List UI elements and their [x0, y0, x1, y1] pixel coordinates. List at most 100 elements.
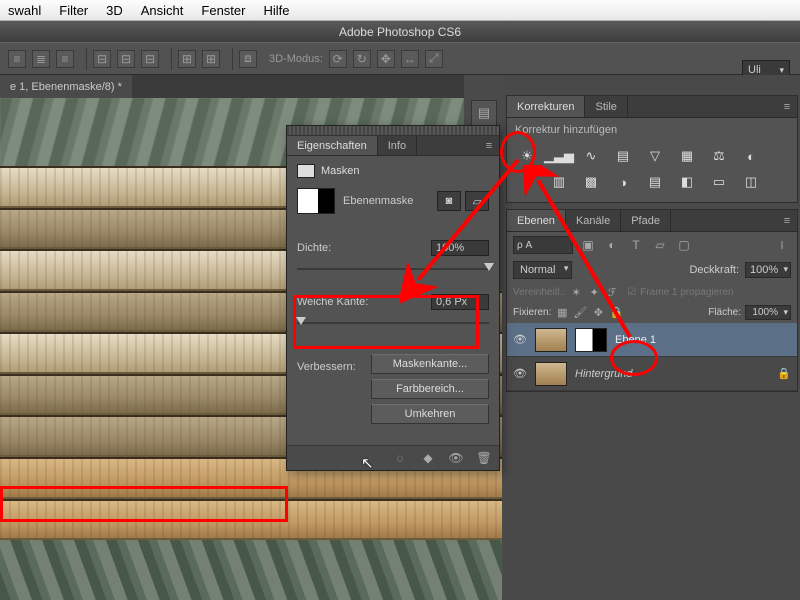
mac-menubar[interactable]: swahl Filter 3D Ansicht Fenster Hilfe — [0, 0, 800, 21]
bw-icon[interactable]: ◐ — [739, 146, 763, 166]
lookup-icon[interactable]: ▩ — [579, 172, 603, 192]
tab-info[interactable]: Info — [378, 136, 417, 155]
disable-mask-icon[interactable]: 👁 — [447, 450, 465, 466]
load-selection-icon[interactable]: ◌ — [391, 450, 409, 466]
unify-icon[interactable]: ✶ — [569, 285, 583, 299]
mixer-icon[interactable]: ▥ — [547, 172, 571, 192]
panel-menu-icon[interactable]: ≡ — [777, 96, 797, 117]
layer-row[interactable]: 👁 Hintergrund 🔒 — [507, 357, 797, 391]
visibility-icon[interactable]: 👁 — [513, 367, 527, 380]
weiche-kante-slider[interactable] — [297, 316, 489, 330]
vector-mask-button[interactable]: ▱ — [465, 191, 489, 211]
filter-toggle-icon[interactable]: ⏽ — [773, 237, 791, 253]
lock-icon: 🔒 — [777, 367, 791, 380]
umkehren-button[interactable]: Umkehren — [371, 404, 489, 424]
posterize-icon[interactable]: ▤ — [643, 172, 667, 192]
lock-all-icon[interactable]: 🔒 — [609, 306, 623, 320]
filter-shape-icon[interactable]: ▱ — [651, 237, 669, 253]
hue-icon[interactable]: ▦ — [675, 146, 699, 166]
filter-text-icon[interactable]: T — [627, 237, 645, 253]
filter-image-icon[interactable]: ▣ — [579, 237, 597, 253]
exposure-icon[interactable]: ▤ — [611, 146, 635, 166]
filter-adjustment-icon[interactable]: ◐ — [603, 237, 621, 253]
dichte-value[interactable]: 100% — [431, 240, 489, 256]
deckkraft-value[interactable]: 100% — [745, 262, 791, 278]
menu-item[interactable]: Hilfe — [263, 3, 289, 18]
scale-icon[interactable]: ⤢ — [425, 50, 443, 68]
gradient-icon[interactable]: ▭ — [707, 172, 731, 192]
flaeche-label: Fläche: — [708, 307, 741, 318]
3d-icon[interactable]: ⧈ — [239, 50, 257, 68]
menu-item[interactable]: Filter — [59, 3, 88, 18]
layer-filter[interactable]: ρ A — [513, 236, 573, 254]
mask-type-label: Ebenenmaske — [343, 195, 433, 207]
mask-thumbnail[interactable] — [297, 188, 335, 214]
visibility-icon[interactable]: 👁 — [513, 333, 527, 346]
tab-eigenschaften[interactable]: Eigenschaften — [287, 136, 378, 155]
distribute-icon[interactable]: ⊟ — [141, 50, 159, 68]
pan-icon[interactable]: ✥ — [377, 50, 395, 68]
tab-kanaele[interactable]: Kanäle — [566, 210, 621, 231]
deckkraft-label: Deckkraft: — [689, 264, 739, 276]
distribute-icon[interactable]: ⊞ — [178, 50, 196, 68]
lock-transparency-icon[interactable]: ▦ — [555, 306, 569, 320]
apply-mask-icon[interactable]: ◆ — [419, 450, 437, 466]
frame-prop-label: Frame 1 propagieren — [640, 287, 733, 298]
unify-icon[interactable]: ✦ — [587, 285, 601, 299]
lock-position-icon[interactable]: ✥ — [591, 306, 605, 320]
lock-paint-icon[interactable]: 🖌 — [573, 306, 587, 320]
layer-thumbnail[interactable] — [535, 362, 567, 386]
pixel-mask-button[interactable]: ◙ — [437, 191, 461, 211]
menu-item[interactable]: swahl — [8, 3, 41, 18]
document-tab[interactable]: e 1, Ebenenmaske/8) * — [0, 75, 132, 98]
menu-item[interactable]: 3D — [106, 3, 123, 18]
levels-icon[interactable]: ▁▃▅ — [547, 146, 571, 166]
layer-name[interactable]: Hintergrund — [575, 368, 769, 380]
align-icon[interactable]: ≡ — [56, 50, 74, 68]
selective-icon[interactable]: ◫ — [739, 172, 763, 192]
threshold-icon[interactable]: ◧ — [675, 172, 699, 192]
menu-item[interactable]: Fenster — [201, 3, 245, 18]
weiche-kante-value[interactable]: 0,6 Px — [431, 294, 489, 310]
dock-icon[interactable]: ▤ — [471, 100, 497, 126]
separator — [232, 48, 233, 70]
dichte-slider[interactable] — [297, 262, 489, 276]
roll-icon[interactable]: ↻ — [353, 50, 371, 68]
farbbereich-button[interactable]: Farbbereich... — [371, 379, 489, 399]
tab-pfade[interactable]: Pfade — [621, 210, 671, 231]
photo-filter-icon[interactable]: ◔ — [515, 172, 539, 192]
align-icon[interactable]: ≡ — [8, 50, 26, 68]
distribute-icon[interactable]: ⊟ — [93, 50, 111, 68]
brightness-icon[interactable]: ☀ — [515, 146, 539, 166]
panel-menu-icon[interactable]: ≡ — [777, 210, 797, 231]
filter-smart-icon[interactable]: ▢ — [675, 237, 693, 253]
orbit-icon[interactable]: ⟳ — [329, 50, 347, 68]
tab-stile[interactable]: Stile — [585, 96, 627, 117]
slide-icon[interactable]: ↔ — [401, 50, 419, 68]
align-icon[interactable]: ≣ — [32, 50, 50, 68]
balance-icon[interactable]: ⚖ — [707, 146, 731, 166]
layer-row[interactable]: 👁 Ebene 1 — [507, 323, 797, 357]
flaeche-value[interactable]: 100% — [745, 305, 791, 320]
maskenkante-button[interactable]: Maskenkante... — [371, 354, 489, 374]
add-correction-label: Korrektur hinzufügen — [507, 118, 797, 142]
options-bar: ≡ ≣ ≡ ⊟ ⊟ ⊟ ⊞ ⊞ ⧈ 3D-Modus: ⟳ ↻ ✥ ↔ ⤢ — [0, 42, 800, 75]
blend-mode-select[interactable]: Normal — [513, 261, 572, 279]
curves-icon[interactable]: ∿ — [579, 146, 603, 166]
distribute-icon[interactable]: ⊞ — [202, 50, 220, 68]
distribute-icon[interactable]: ⊟ — [117, 50, 135, 68]
properties-panel[interactable]: Eigenschaften Info ≡ Masken Ebenenmaske … — [286, 125, 500, 471]
invert-icon[interactable]: ◑ — [611, 172, 635, 192]
separator — [86, 48, 87, 70]
layer-mask-thumbnail[interactable] — [575, 328, 607, 352]
panel-grip[interactable] — [287, 126, 499, 136]
vibrance-icon[interactable]: ▽ — [643, 146, 667, 166]
layer-thumbnail[interactable] — [535, 328, 567, 352]
layer-name[interactable]: Ebene 1 — [615, 334, 791, 346]
delete-mask-icon[interactable]: 🗑 — [475, 450, 493, 466]
panel-menu-icon[interactable]: ≡ — [479, 136, 499, 155]
unify-icon[interactable]: ℱ — [605, 285, 619, 299]
tab-korrekturen[interactable]: Korrekturen — [507, 96, 585, 117]
menu-item[interactable]: Ansicht — [141, 3, 184, 18]
tab-ebenen[interactable]: Ebenen — [507, 210, 566, 231]
